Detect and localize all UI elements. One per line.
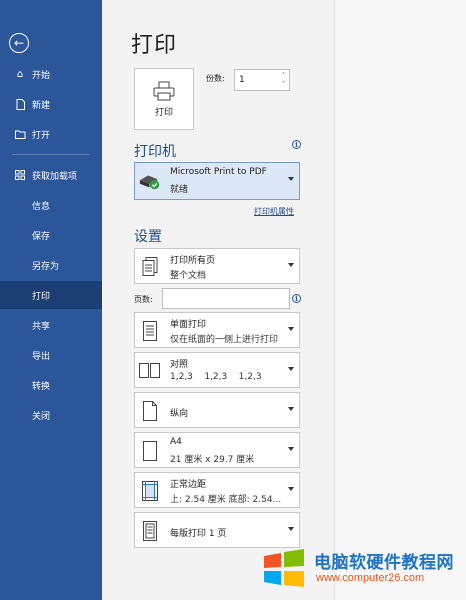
chevron-down-icon xyxy=(288,177,294,181)
pages-icon xyxy=(139,255,161,279)
nav-item-close[interactable]: 关闭 xyxy=(0,401,102,429)
nav-item-label: 共享 xyxy=(32,321,51,332)
pages-per-sheet-title: 每版打印 1 页 xyxy=(170,529,227,539)
open-folder-icon xyxy=(13,130,27,139)
collate-title: 对照 xyxy=(170,360,189,370)
nav-item-print[interactable]: 打印 xyxy=(0,281,102,309)
pages-label: 页数: xyxy=(134,295,153,304)
chevron-up-icon[interactable]: ˄ xyxy=(282,71,285,80)
nav-item-home[interactable]: ⌂ 开始 xyxy=(0,60,102,88)
chevron-down-icon[interactable]: ˅ xyxy=(282,80,285,89)
printer-name: Microsoft Print to PDF xyxy=(170,167,267,177)
info-icon[interactable]: i xyxy=(292,140,301,149)
nav-item-label: 打开 xyxy=(32,130,51,141)
pages-per-sheet-icon xyxy=(139,519,161,543)
sides-title: 单面打印 xyxy=(170,320,207,330)
home-icon: ⌂ xyxy=(16,68,24,80)
margins-dropdown[interactable]: 正常边距 上: 2.54 厘米 底部: 2.54... xyxy=(134,472,300,508)
site-watermark: 电脑软硬件教程网 www.computer26.com xyxy=(262,544,462,592)
pages-per-sheet-dropdown[interactable]: 每版打印 1 页 xyxy=(134,512,300,548)
print-range-title: 打印所有页 xyxy=(170,256,216,266)
nav-item-export[interactable]: 导出 xyxy=(0,341,102,369)
copies-spin-buttons[interactable]: ˄ ˅ xyxy=(282,71,285,89)
info-icon[interactable]: i xyxy=(292,294,301,303)
printer-dropdown[interactable]: Microsoft Print to PDF 就绪 xyxy=(134,162,300,200)
orientation-dropdown[interactable]: 纵向 xyxy=(134,392,300,428)
chevron-down-icon xyxy=(288,327,294,331)
nav-item-label: 新建 xyxy=(32,100,51,111)
collate-dropdown[interactable]: 对照 1,2,3 1,2,3 1,2,3 xyxy=(134,352,300,388)
nav-divider xyxy=(12,154,90,155)
nav-item-label: 导出 xyxy=(32,351,51,362)
print-pane: 打印 打印 份数: 1 ˄ ˅ 打印机 i Microsoft Print to xyxy=(102,0,334,600)
nav-item-label: 信息 xyxy=(32,201,51,212)
nav-item-open[interactable]: 打开 xyxy=(0,120,102,148)
pages-input[interactable] xyxy=(162,288,290,309)
copies-value: 1 xyxy=(239,75,245,85)
nav-item-new[interactable]: 新建 xyxy=(0,90,102,118)
backstage-sidebar: ← ⌂ 开始 新建 打开 获取加载项 信息 保存 另存为 打印 共享 导出 转换… xyxy=(0,0,102,600)
settings-section-title: 设置 xyxy=(134,229,162,245)
nav-item-label: 打印 xyxy=(32,291,51,302)
copies-label: 份数: xyxy=(206,74,225,83)
print-preview-area xyxy=(334,0,466,600)
nav-item-get-add-ins[interactable]: 获取加载项 xyxy=(0,161,102,189)
printer-status: 就绪 xyxy=(170,185,189,195)
copies-stepper[interactable]: 1 ˄ ˅ xyxy=(234,69,290,91)
nav-item-save[interactable]: 保存 xyxy=(0,221,102,249)
windows-logo-icon xyxy=(264,549,304,587)
nav-item-share[interactable]: 共享 xyxy=(0,311,102,339)
chevron-down-icon xyxy=(288,447,294,451)
collated-icon xyxy=(139,359,161,383)
paper-size-detail: 21 厘米 x 29.7 厘米 xyxy=(170,455,255,465)
chevron-down-icon xyxy=(288,407,294,411)
nav-item-info[interactable]: 信息 xyxy=(0,191,102,219)
new-document-icon xyxy=(13,98,27,110)
chevron-down-icon xyxy=(288,487,294,491)
printer-icon xyxy=(153,81,175,100)
page-title: 打印 xyxy=(131,33,178,58)
printer-section-title: 打印机 xyxy=(134,144,176,160)
watermark-title: 电脑软硬件教程网 xyxy=(314,553,454,573)
chevron-down-icon xyxy=(288,527,294,531)
nav-item-label: 另存为 xyxy=(32,261,60,272)
nav-item-transform[interactable]: 转换 xyxy=(0,371,102,399)
nav-item-label: 关闭 xyxy=(32,411,51,422)
back-arrow-icon: ← xyxy=(13,36,25,50)
back-button[interactable]: ← xyxy=(9,33,29,53)
chevron-down-icon xyxy=(288,367,294,371)
print-range-detail: 整个文档 xyxy=(170,271,207,281)
print-button-label: 打印 xyxy=(154,107,173,118)
portrait-icon xyxy=(139,399,161,423)
printer-properties-link[interactable]: 打印机属性 xyxy=(254,206,294,217)
margins-icon xyxy=(139,479,161,503)
sides-dropdown[interactable]: 单面打印 仅在纸面的一侧上进行打印 xyxy=(134,312,300,348)
nav-item-label: 保存 xyxy=(32,231,51,242)
margins-title: 正常边距 xyxy=(170,480,207,490)
orientation-title: 纵向 xyxy=(170,409,189,419)
paper-size-dropdown[interactable]: A4 21 厘米 x 29.7 厘米 xyxy=(134,432,300,468)
print-button[interactable]: 打印 xyxy=(134,68,194,130)
sides-detail: 仅在纸面的一侧上进行打印 xyxy=(170,335,279,345)
nav-item-save-as[interactable]: 另存为 xyxy=(0,251,102,279)
watermark-url: www.computer26.com xyxy=(316,572,425,584)
collate-detail: 1,2,3 1,2,3 1,2,3 xyxy=(170,372,262,382)
one-sided-icon xyxy=(139,319,161,343)
paper-size-icon xyxy=(139,439,161,463)
nav-item-label: 转换 xyxy=(32,381,51,392)
chevron-down-icon xyxy=(288,263,294,267)
nav-item-label: 开始 xyxy=(32,70,51,81)
nav-item-label: 获取加载项 xyxy=(32,171,78,182)
paper-size-title: A4 xyxy=(170,437,182,447)
printer-ready-icon xyxy=(139,169,161,193)
add-ins-icon xyxy=(13,170,27,180)
print-range-dropdown[interactable]: 打印所有页 整个文档 xyxy=(134,248,300,284)
margins-detail: 上: 2.54 厘米 底部: 2.54... xyxy=(170,495,282,505)
